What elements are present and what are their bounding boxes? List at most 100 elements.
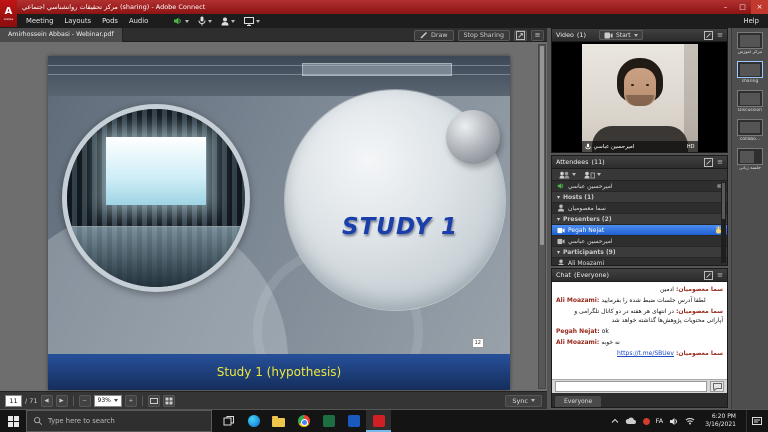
layout-thumbnail[interactable] <box>737 61 763 78</box>
taskbar-search[interactable]: Type here to search <box>26 410 212 432</box>
zoom-in-button[interactable]: + <box>125 395 137 407</box>
sync-toggle[interactable]: Sync <box>505 395 542 407</box>
attendees-pod-title: Attendees <box>556 158 589 166</box>
active-speaker-row[interactable]: اميرحسين عباسي ⊗ <box>552 181 727 192</box>
layout-thumbnail[interactable] <box>737 90 763 107</box>
pod-menu-icon[interactable]: ≡ <box>717 31 723 39</box>
document-scrollbar[interactable] <box>538 44 546 389</box>
start-webcam-button[interactable]: Start <box>599 30 643 40</box>
attendee-name: سما معصوميان <box>568 205 606 212</box>
maximize-button[interactable]: □ <box>734 0 751 14</box>
menu-help[interactable]: Help <box>744 14 760 28</box>
chrome-app[interactable] <box>291 410 316 432</box>
chevron-down-icon <box>634 34 638 37</box>
active-speaker-icon <box>557 182 565 190</box>
document-tab[interactable]: Amirhossein Abbasi - Webinar.pdf <box>0 28 123 42</box>
taskbar-clock[interactable]: 6:20 PM 3/16/2021 <box>701 413 740 429</box>
attendees-pod-controls: ≡ <box>704 158 723 167</box>
task-view-button[interactable] <box>216 410 241 432</box>
tray-expand-icon[interactable] <box>611 418 619 424</box>
people-icon <box>559 171 570 179</box>
chat-link[interactable]: https://t.me/SBUev <box>617 350 674 357</box>
draw-button[interactable]: Draw <box>414 30 453 41</box>
fit-width-button[interactable] <box>148 395 160 407</box>
chevron-down-icon[interactable] <box>208 20 212 23</box>
action-center-button[interactable] <box>746 410 766 432</box>
title-bar: مركز تحقيقات روانشناسي اجتماعي (sharing)… <box>0 0 768 14</box>
pod-options-button[interactable]: ≡ <box>531 30 544 41</box>
app-tray-icon[interactable] <box>643 418 650 425</box>
send-message-button[interactable] <box>710 381 724 392</box>
video-pod-header: Video (1) Start ≡ <box>552 29 727 42</box>
video-pod-body: اميرحسين عباسي HD <box>552 42 727 152</box>
raise-hand-status[interactable] <box>221 17 235 26</box>
excel-app[interactable] <box>316 410 341 432</box>
chevron-down-icon[interactable] <box>256 20 260 23</box>
fit-page-button[interactable] <box>163 395 175 407</box>
attendee-row-selected[interactable]: Pegah Nejat <box>552 225 727 236</box>
attendees-scrollbar[interactable] <box>721 182 726 263</box>
disclosure-icon[interactable]: ▾ <box>557 216 560 223</box>
expand-icon[interactable] <box>704 158 713 167</box>
chevron-down-icon[interactable] <box>185 20 189 23</box>
speaker-toggle[interactable] <box>173 16 189 26</box>
close-button[interactable]: × <box>751 0 768 14</box>
windows-logo-icon <box>8 416 19 427</box>
layout-thumbnail[interactable] <box>737 119 763 136</box>
attendee-name: اميرحسين عباسي <box>568 183 613 190</box>
file-explorer-app[interactable] <box>266 410 291 432</box>
microphone-toggle[interactable] <box>198 16 212 26</box>
zoom-out-button[interactable]: − <box>79 395 91 407</box>
menu-pods[interactable]: Pods <box>102 17 118 25</box>
pod-menu-icon[interactable]: ≡ <box>717 158 723 166</box>
disclosure-icon[interactable]: ▾ <box>557 194 560 201</box>
menu-meeting[interactable]: Meeting <box>26 17 53 25</box>
word-app[interactable] <box>341 410 366 432</box>
group-header-hosts[interactable]: ▾ Hosts (1) <box>552 192 727 203</box>
attendee-row[interactable]: Ali Moazami <box>552 258 727 265</box>
screen-share-control[interactable] <box>244 17 260 26</box>
fullscreen-button[interactable] <box>514 30 527 41</box>
adobe-connect-app[interactable] <box>366 410 391 432</box>
layout-item[interactable]: مرکز آموزش <box>733 32 767 55</box>
stop-sharing-button[interactable]: Stop Sharing <box>458 30 511 41</box>
menu-layouts[interactable]: Layouts <box>64 17 91 25</box>
volume-icon[interactable] <box>669 417 679 426</box>
breakout-room-button[interactable] <box>584 171 601 179</box>
next-page-button[interactable]: ▶ <box>56 395 68 407</box>
group-header-presenters[interactable]: ▾ Presenters (2) <box>552 214 727 225</box>
group-header-participants[interactable]: ▾ Participants (9) <box>552 247 727 258</box>
layout-item-discussion[interactable]: Discussion <box>733 90 767 113</box>
chat-pod: Chat (Everyone) ≡ سما معصوميانادمین Ali … <box>551 268 728 408</box>
prev-page-button[interactable]: ◀ <box>41 395 53 407</box>
layout-item-sharing[interactable]: sharing <box>733 61 767 84</box>
attendee-row[interactable]: اميرحسين عباسي <box>552 236 727 247</box>
menu-audio[interactable]: Audio <box>129 17 148 25</box>
attendee-row[interactable]: سما معصوميان <box>552 203 727 214</box>
thumb-block <box>740 93 749 105</box>
layout-item-collaboration[interactable]: collabo... <box>733 119 767 142</box>
chat-input[interactable] <box>555 381 707 392</box>
language-indicator[interactable]: FA <box>656 417 664 425</box>
pod-menu-icon[interactable]: ≡ <box>717 271 723 279</box>
layout-thumbnail[interactable] <box>737 32 763 49</box>
start-button[interactable] <box>0 410 26 432</box>
layout-item[interactable]: جلسه زبانی <box>733 148 767 171</box>
zoom-level-select[interactable]: 93% <box>94 395 122 407</box>
share-actions: Draw Stop Sharing ≡ <box>414 29 544 41</box>
layout-thumbnail[interactable] <box>737 148 763 165</box>
chevron-down-icon[interactable] <box>231 20 235 23</box>
edge-app[interactable] <box>241 410 266 432</box>
network-icon[interactable] <box>685 417 695 425</box>
onedrive-icon[interactable] <box>625 417 637 425</box>
thumb-block <box>740 128 760 133</box>
scrollbar-thumb[interactable] <box>722 183 725 219</box>
tab-everyone[interactable]: Everyone <box>555 396 601 407</box>
disclosure-icon[interactable]: ▾ <box>557 249 560 256</box>
expand-icon[interactable] <box>704 31 713 40</box>
minimize-button[interactable]: – <box>717 0 734 14</box>
page-number-input[interactable]: 11 <box>5 395 22 407</box>
scrollbar-thumb[interactable] <box>540 46 544 245</box>
expand-icon[interactable] <box>704 271 713 280</box>
attendee-view-button[interactable] <box>559 171 576 179</box>
